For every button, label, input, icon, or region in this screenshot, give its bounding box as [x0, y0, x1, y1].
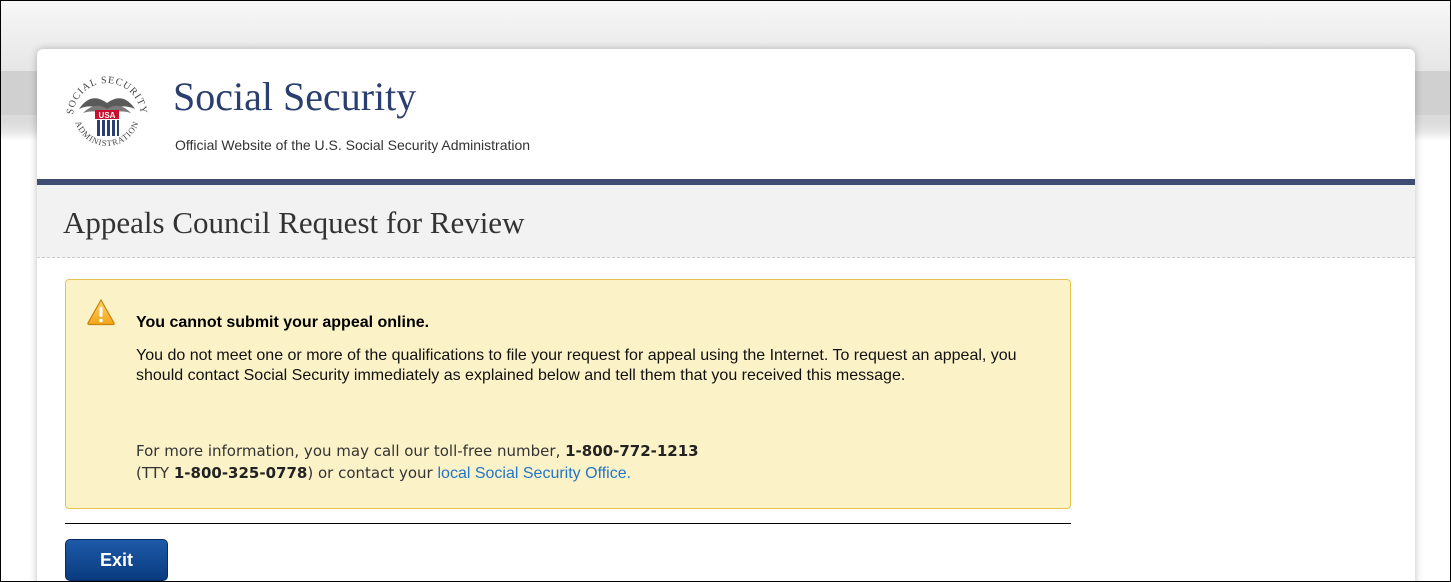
alert-title: You cannot submit your appeal online. [136, 314, 430, 331]
warning-alert: You cannot submit your appeal online. Yo… [65, 279, 1071, 509]
alert-contact-info: For more information, you may call our t… [136, 440, 1056, 485]
toll-free-number: 1-800-772-1213 [565, 442, 699, 460]
exit-button[interactable]: Exit [65, 539, 168, 581]
svg-text:USA: USA [99, 111, 116, 120]
local-office-link[interactable]: local Social Security Office. [438, 465, 632, 482]
actions-divider [65, 523, 1071, 524]
tty-number: 1-800-325-0778 [173, 464, 308, 482]
tty-open: (TTY [136, 464, 170, 482]
tty-close: ) or contact your [307, 464, 433, 482]
warning-icon [87, 298, 115, 326]
browser-viewport: SOCIAL SECURITY ADMINISTRATION USA Socia… [0, 0, 1451, 582]
page-heading-bar: Appeals Council Request for Review [37, 185, 1415, 258]
page-title: Appeals Council Request for Review [63, 205, 525, 240]
brand-subtitle: Official Website of the U.S. Social Secu… [175, 137, 531, 153]
info-prefix: For more information, you may call our t… [136, 442, 561, 460]
ssa-seal-logo[interactable]: SOCIAL SECURITY ADMINISTRATION USA [61, 69, 153, 161]
main-card: SOCIAL SECURITY ADMINISTRATION USA Socia… [37, 49, 1415, 581]
brand-title[interactable]: Social Security [173, 73, 416, 120]
alert-body: You do not meet one or more of the quali… [136, 347, 1017, 384]
site-header: SOCIAL SECURITY ADMINISTRATION USA Socia… [37, 49, 1415, 179]
